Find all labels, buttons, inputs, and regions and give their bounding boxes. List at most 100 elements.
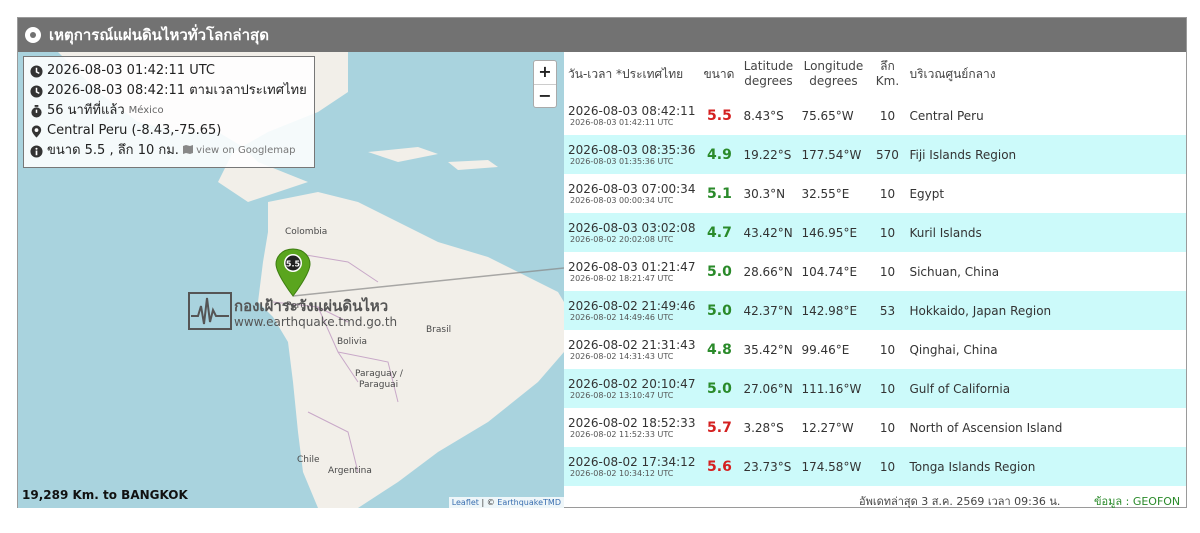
cell-datetime: 2026-08-02 21:31:43 2026-08-02 14:31:43 U… xyxy=(564,330,699,369)
table-row[interactable]: 2026-08-03 07:00:34 2026-08-03 00:00:34 U… xyxy=(564,174,1186,213)
cell-longitude: 32.55°E xyxy=(801,186,850,201)
map-pin-icon xyxy=(31,124,42,138)
tmd-watermark-logo: กองเฝ้าระวังแผ่นดินไหว www.earthquake.tm… xyxy=(188,292,397,334)
map-view[interactable]: 5.5 2026-08-03 01:42:11 UTC 2026-08-03 0… xyxy=(18,52,564,508)
quake-table-section: วัน-เวลา *ประเทศไทย ขนาด Latitude degree… xyxy=(564,52,1186,508)
cell-latitude: 8.43°S xyxy=(743,108,784,123)
cell-depth: 10 xyxy=(879,342,896,357)
map-icon xyxy=(182,145,193,154)
info-location: Central Peru (-8.43,-75.65) xyxy=(47,123,222,138)
utc-time: 2026-08-02 20:02:08 UTC xyxy=(570,234,674,244)
cell-datetime: 2026-08-02 21:49:46 2026-08-02 14:49:46 U… xyxy=(564,291,699,330)
info-mag-depth: ขนาด 5.5 , ลึก 10 กม. xyxy=(47,143,179,158)
cell-longitude: 104.74°E xyxy=(801,264,858,279)
cell-datetime: 2026-08-03 08:42:11 2026-08-03 01:42:11 U… xyxy=(564,96,699,135)
leaflet-link[interactable]: Leaflet xyxy=(452,498,479,507)
cell-depth: 10 xyxy=(879,264,896,279)
table-footer: อัพเดทล่าสุด 3 ส.ค. 2569 เวลา 09:36 น. ข… xyxy=(564,489,1186,508)
cell-region: Kuril Islands xyxy=(909,225,982,240)
header-depth-line1: ลึก xyxy=(880,59,895,73)
utc-time: 2026-08-03 00:00:34 UTC xyxy=(570,195,674,205)
table-row[interactable]: 2026-08-03 01:21:47 2026-08-02 18:21:47 U… xyxy=(564,252,1186,291)
local-time: 2026-08-02 18:52:33 xyxy=(568,415,696,430)
cell-datetime: 2026-08-03 03:02:08 2026-08-02 20:02:08 U… xyxy=(564,213,699,252)
cell-magnitude: 5.1 xyxy=(707,185,732,202)
cell-depth: 10 xyxy=(879,381,896,396)
cell-longitude: 99.46°E xyxy=(801,342,850,357)
table-row[interactable]: 2026-08-03 03:02:08 2026-08-02 20:02:08 U… xyxy=(564,213,1186,252)
table-row[interactable]: 2026-08-03 08:35:36 2026-08-03 01:35:36 U… xyxy=(564,135,1186,174)
header-mag: ขนาด xyxy=(703,66,735,81)
circle-dot-icon xyxy=(25,27,41,43)
zoom-in-button[interactable]: + xyxy=(534,61,556,84)
cell-magnitude: 4.7 xyxy=(707,224,732,241)
cell-longitude: 146.95°E xyxy=(801,225,858,240)
local-time: 2026-08-03 01:21:47 xyxy=(568,259,696,274)
info-icon xyxy=(30,144,43,158)
header-depth-line2: Km. xyxy=(875,74,900,88)
cell-longitude: 174.58°W xyxy=(801,459,862,474)
table-row[interactable]: 2026-08-02 21:31:43 2026-08-02 14:31:43 U… xyxy=(564,330,1186,369)
cell-depth: 10 xyxy=(879,225,896,240)
marker-label: 5.5 xyxy=(286,260,301,269)
zoom-out-button[interactable]: − xyxy=(534,84,556,108)
utc-time: 2026-08-02 14:49:46 UTC xyxy=(570,312,674,322)
cell-latitude: 19.22°S xyxy=(743,147,792,162)
info-utc-time: 2026-08-03 01:42:11 UTC xyxy=(47,63,215,78)
table-header-row: วัน-เวลา *ประเทศไทย ขนาด Latitude degree… xyxy=(564,52,1186,96)
table-row[interactable]: 2026-08-02 20:10:47 2026-08-02 13:10:47 U… xyxy=(564,369,1186,408)
data-source: ข้อมูล : GEOFON xyxy=(1094,495,1181,508)
cell-datetime: 2026-08-02 18:52:33 2026-08-02 11:52:33 U… xyxy=(564,408,699,447)
header-lat-line2: degrees xyxy=(744,74,793,88)
table-row[interactable]: 2026-08-02 21:49:46 2026-08-02 14:49:46 U… xyxy=(564,291,1186,330)
clock-icon xyxy=(30,64,43,78)
cell-latitude: 28.66°N xyxy=(743,264,793,279)
quake-table: วัน-เวลา *ประเทศไทย ขนาด Latitude degree… xyxy=(564,52,1186,486)
cell-magnitude: 5.7 xyxy=(707,419,732,436)
distance-to-bangkok: 19,289 Km. to BANGKOK xyxy=(22,488,188,502)
local-time: 2026-08-03 08:35:36 xyxy=(568,142,696,157)
map-label-brasil: Brasil xyxy=(426,325,452,335)
cell-latitude: 43.42°N xyxy=(743,225,793,240)
cell-datetime: 2026-08-03 07:00:34 2026-08-03 00:00:34 U… xyxy=(564,174,699,213)
map-label-colombia: Colombia xyxy=(285,227,328,237)
cell-magnitude: 5.5 xyxy=(707,107,732,124)
header-depth: ลึก Km. xyxy=(869,52,905,96)
owner-link[interactable]: EarthquakeTMD xyxy=(497,498,561,507)
header-lat-line1: Latitude xyxy=(743,59,794,73)
cell-magnitude: 5.0 xyxy=(707,263,732,280)
cell-depth: 10 xyxy=(879,186,896,201)
utc-time: 2026-08-03 01:35:36 UTC xyxy=(570,156,674,166)
table-row[interactable]: 2026-08-02 17:34:12 2026-08-02 10:34:12 U… xyxy=(564,447,1186,486)
header-lon: Longitude degrees xyxy=(797,52,869,96)
googlemap-link[interactable]: view on Googlemap xyxy=(182,141,295,161)
cell-region: Egypt xyxy=(909,186,945,201)
utc-time: 2026-08-02 11:52:33 UTC xyxy=(570,429,674,439)
map-label-paraguai: Paraguai xyxy=(359,380,399,390)
utc-time: 2026-08-02 10:34:12 UTC xyxy=(570,468,674,478)
cell-longitude: 75.65°W xyxy=(801,108,854,123)
table-row[interactable]: 2026-08-02 18:52:33 2026-08-02 11:52:33 U… xyxy=(564,408,1186,447)
map-label-chile: Chile xyxy=(297,455,320,465)
map-attribution: Leaflet | © EarthquakeTMD xyxy=(448,497,564,508)
cell-magnitude: 5.0 xyxy=(707,380,732,397)
map-label-paraguay: Paraguay / xyxy=(355,369,403,379)
cell-depth: 10 xyxy=(879,108,896,123)
cell-magnitude: 5.0 xyxy=(707,302,732,319)
map-label-bolivia: Bolivia xyxy=(337,337,368,347)
cell-datetime: 2026-08-02 20:10:47 2026-08-02 13:10:47 U… xyxy=(564,369,699,408)
table-row[interactable]: 2026-08-03 08:42:11 2026-08-03 01:42:11 U… xyxy=(564,96,1186,135)
header-datetime: วัน-เวลา *ประเทศไทย xyxy=(568,66,684,81)
cell-depth: 10 xyxy=(879,459,896,474)
info-location-row: Central Peru (-8.43,-75.65) xyxy=(30,121,308,141)
cell-depth: 570 xyxy=(876,147,899,162)
info-time-ago: 56 นาทีที่แล้ว xyxy=(47,103,125,118)
utc-time: 2026-08-02 18:21:47 UTC xyxy=(570,273,674,283)
cell-latitude: 3.28°S xyxy=(743,420,784,435)
cell-magnitude: 5.6 xyxy=(707,458,732,475)
zoom-control: + − xyxy=(533,60,557,108)
cell-latitude: 35.42°N xyxy=(743,342,793,357)
local-time: 2026-08-02 21:49:46 xyxy=(568,298,696,313)
info-utc-row: 2026-08-03 01:42:11 UTC xyxy=(30,61,308,81)
local-time: 2026-08-02 17:34:12 xyxy=(568,454,696,469)
